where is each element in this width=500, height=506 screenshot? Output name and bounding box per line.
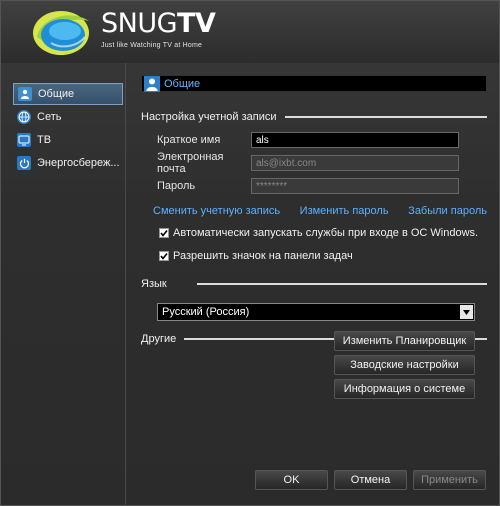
- section-label: Язык: [141, 278, 167, 290]
- panel-header: Общие: [141, 75, 487, 92]
- sidebar-item-label: Энергосбереж...: [37, 157, 120, 169]
- tray-icon-checkbox[interactable]: [159, 251, 169, 261]
- autostart-label: Автоматически запускать службы при входе…: [173, 227, 479, 239]
- language-select[interactable]: Русский (Россия): [157, 303, 475, 321]
- other-actions: Изменить Планировщик Заводские настройки…: [334, 331, 475, 403]
- short-name-input[interactable]: [251, 132, 459, 148]
- section-label: Другие: [141, 333, 177, 345]
- apply-button[interactable]: Применить: [413, 470, 486, 490]
- sidebar-divider: [125, 63, 126, 506]
- app-header: SNUGTV Just like Watching TV at Home: [1, 1, 499, 63]
- email-input[interactable]: [251, 155, 459, 171]
- sidebar: Общие Сеть ТВ Энергосбереж...: [13, 83, 123, 175]
- factory-reset-button[interactable]: Заводские настройки: [334, 355, 475, 375]
- system-info-button[interactable]: Информация о системе: [334, 379, 475, 399]
- edit-scheduler-button[interactable]: Изменить Планировщик: [334, 331, 475, 351]
- user-icon: [144, 75, 160, 92]
- short-name-label: Краткое имя: [157, 134, 221, 146]
- language-section-header: Язык: [141, 277, 487, 291]
- change-password-link[interactable]: Изменить пароль: [300, 205, 389, 217]
- tray-icon-option[interactable]: Разрешить значок на панели задач: [141, 248, 487, 264]
- sidebar-item-label: Общие: [38, 88, 75, 100]
- section-divider: [196, 283, 487, 285]
- chevron-down-icon[interactable]: [460, 305, 473, 319]
- user-icon: [18, 87, 32, 101]
- account-links: Сменить учетную запись Изменить пароль З…: [141, 205, 487, 217]
- forgot-password-link[interactable]: Забыли пароль: [408, 205, 487, 217]
- brand-title: SNUGTV: [101, 8, 216, 39]
- tray-icon-label: Разрешить значок на панели задач: [173, 250, 353, 262]
- sidebar-item-tv[interactable]: ТВ: [13, 129, 123, 151]
- short-name-row: Краткое имя: [141, 131, 487, 149]
- password-row: Пароль: [141, 177, 487, 195]
- dialog-buttons: OK Отмена Применить: [255, 470, 492, 490]
- globe-icon: [17, 110, 31, 124]
- password-input[interactable]: [251, 178, 459, 194]
- brand-snug: SNUG: [101, 8, 178, 39]
- section-label: Настройка учетной записи: [141, 111, 277, 123]
- brand-tv: TV: [177, 8, 216, 39]
- sidebar-item-power[interactable]: Энергосбереж...: [13, 152, 123, 174]
- sidebar-item-general[interactable]: Общие: [13, 83, 123, 105]
- brand-tagline: Just like Watching TV at Home: [101, 42, 203, 49]
- cancel-button[interactable]: Отмена: [334, 470, 407, 490]
- sidebar-item-network[interactable]: Сеть: [13, 106, 123, 128]
- account-section-header: Настройка учетной записи: [141, 110, 487, 124]
- panel-title: Общие: [164, 77, 201, 90]
- sidebar-item-label: Сеть: [37, 111, 62, 123]
- tv-icon: [17, 133, 31, 147]
- autostart-option[interactable]: Автоматически запускать службы при входе…: [141, 225, 487, 241]
- change-account-link[interactable]: Сменить учетную запись: [153, 205, 280, 217]
- ok-button[interactable]: OK: [255, 470, 328, 490]
- autostart-checkbox[interactable]: [159, 228, 169, 238]
- section-divider: [284, 116, 487, 118]
- email-row: Электронная почта: [141, 151, 487, 175]
- password-label: Пароль: [157, 180, 196, 192]
- settings-window: SNUGTV Just like Watching TV at Home Общ…: [0, 0, 500, 506]
- sidebar-item-label: ТВ: [37, 134, 52, 146]
- snugtv-logo-icon: [33, 11, 89, 55]
- settings-content: Общие Настройка учетной записи Краткое и…: [141, 75, 487, 346]
- email-label: Электронная почта: [157, 151, 224, 175]
- power-icon: [17, 156, 31, 170]
- language-selected-value: Русский (Россия): [162, 306, 250, 318]
